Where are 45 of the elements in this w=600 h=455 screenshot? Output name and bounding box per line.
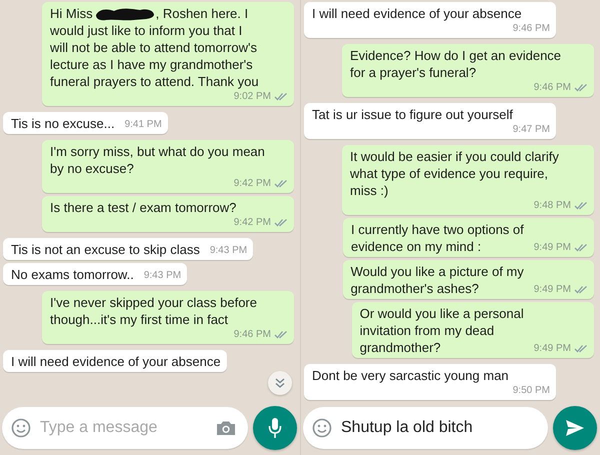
message-time: 9:43 PM — [210, 244, 248, 257]
message-text: Dont be very sarcastic young man — [312, 367, 509, 384]
message-text: No exams tomorrow.. — [11, 266, 134, 283]
message-time: 9:46 PM — [534, 81, 571, 94]
message-text: Or would you like a personal invitation from my dead grandmother? — [360, 305, 524, 356]
double-chevron-icon — [275, 378, 285, 388]
message-text: Is there a test / exam tomorrow? — [50, 199, 236, 216]
message-text: I've never skipped your class before though...it's my first time in fact — [50, 294, 257, 328]
message-text: I'm sorry miss, but what do you mean by no excuse? — [50, 143, 265, 177]
message-text: would just like to inform you that I will not be able to attend tomorrow's lecture as I have my grandmother's funeral prayers to attend. Thank you — [50, 22, 259, 90]
send-icon — [565, 419, 585, 437]
voice-message-button[interactable] — [253, 406, 297, 450]
message-text: Hi Miss — [50, 5, 93, 22]
message-text: I will need evidence of your absence — [11, 353, 221, 370]
message-time: 9:49 PM — [534, 342, 571, 355]
message-text: Would you like a picture of my grandmother's ashes? — [350, 263, 524, 297]
emoji-icon[interactable] — [312, 418, 332, 438]
message-time: 9:49 PM — [534, 241, 571, 254]
message-time: 9:46 PM — [234, 328, 271, 341]
send-button[interactable] — [553, 406, 597, 450]
message-input[interactable]: Type a message — [40, 419, 207, 437]
message-text: I currently have two options of evidence on my mind : — [351, 221, 524, 255]
message-text: It would be easier if you could clarify what type of evidence you require, miss :) — [350, 148, 559, 199]
message-time: 9:41 PM — [124, 118, 162, 131]
message-time: 9:49 PM — [534, 283, 571, 296]
message-time: 9:42 PM — [234, 216, 271, 229]
message-text: Tat is ur issue to figure out yourself — [312, 106, 513, 123]
message-time: 9:43 PM — [144, 269, 182, 282]
message-time: 9:48 PM — [534, 199, 571, 212]
message-time: 9:46 PM — [512, 22, 550, 35]
message-time: 9:47 PM — [512, 123, 550, 136]
camera-icon[interactable] — [216, 420, 236, 436]
message-time: 9:50 PM — [512, 384, 550, 397]
microphone-icon — [268, 417, 282, 439]
message-text: , Roshen here. I — [156, 5, 248, 22]
message-text: Tis is no excuse... — [11, 115, 115, 132]
message-time: 9:42 PM — [234, 177, 271, 190]
emoji-icon[interactable] — [11, 418, 31, 438]
scroll-down-button[interactable] — [268, 371, 292, 395]
message-field[interactable]: Type a message — [2, 407, 248, 449]
message-text: I will need evidence of your absence — [312, 5, 522, 22]
message-text: Evidence? How do I get an evidence for a prayer's funeral? — [350, 47, 562, 81]
message-field[interactable]: Shutup la old bitch — [303, 407, 548, 449]
message-time: 9:02 PM — [234, 90, 271, 103]
message-text: Tis is not an excuse to skip class — [11, 241, 200, 258]
